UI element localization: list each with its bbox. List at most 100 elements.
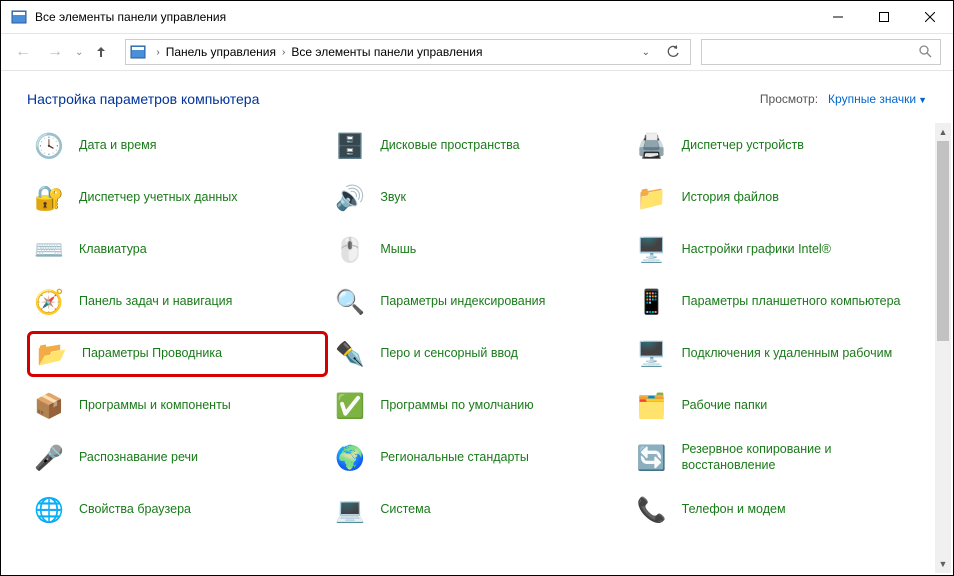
control-panel-item[interactable]: 🔐 Диспетчер учетных данных (27, 175, 328, 221)
item-icon: 🌍 (334, 442, 366, 474)
item-label: Диспетчер устройств (682, 138, 804, 154)
search-box[interactable] (701, 39, 941, 65)
item-label: Региональные стандарты (380, 450, 529, 466)
control-panel-item[interactable]: 🧭 Панель задач и навигация (27, 279, 328, 325)
item-icon: 🗂️ (636, 390, 668, 422)
item-icon: 🖥️ (636, 338, 668, 370)
chevron-down-icon[interactable]: ⌄ (642, 47, 650, 58)
control-panel-item[interactable]: 🔍 Параметры индексирования (328, 279, 629, 325)
item-icon: 📞 (636, 494, 668, 526)
up-button[interactable] (87, 38, 115, 66)
control-panel-item[interactable]: 🖱️Мышь (328, 227, 629, 273)
item-label: История файлов (682, 190, 779, 206)
control-panel-item[interactable]: ⌨️ Клавиатура (27, 227, 328, 273)
control-panel-item[interactable]: 📞 Телефон и модем (630, 487, 931, 533)
item-icon: 🔍 (334, 286, 366, 318)
control-panel-item[interactable]: 🖨️Диспетчер устройств (630, 123, 931, 169)
item-label: Мышь (380, 242, 416, 258)
item-label: Телефон и модем (682, 502, 786, 518)
item-label: Параметры индексирования (380, 294, 545, 310)
control-panel-item[interactable]: 🖥️ Настройки графики Intel® (630, 227, 931, 273)
page-title: Настройка параметров компьютера (27, 91, 259, 107)
view-label: Просмотр: (760, 92, 818, 106)
chevron-right-icon[interactable]: › (156, 47, 159, 58)
item-label: Перо и сенсорный ввод (380, 346, 518, 362)
minimize-button[interactable] (815, 1, 861, 33)
item-icon: 🧭 (33, 286, 65, 318)
item-label: Дата и время (79, 138, 157, 154)
control-panel-item[interactable]: 🔊 Звук (328, 175, 629, 221)
control-panel-item[interactable]: 🎤Распознавание речи (27, 435, 328, 481)
item-icon: 🖥️ (636, 234, 668, 266)
item-label: Дисковые пространства (380, 138, 519, 154)
item-label: Программы и компоненты (79, 398, 231, 414)
item-label: Настройки графики Intel® (682, 242, 831, 258)
item-label: Панель задач и навигация (79, 294, 232, 310)
scroll-down-button[interactable]: ▼ (935, 555, 951, 573)
control-panel-icon (130, 44, 146, 60)
item-label: Рабочие папки (682, 398, 768, 414)
item-icon: 📱 (636, 286, 668, 318)
control-panel-item[interactable]: ✅ Программы по умолчанию (328, 383, 629, 429)
item-icon: 📂 (36, 338, 68, 370)
window-title: Все элементы панели управления (35, 10, 226, 24)
scroll-up-button[interactable]: ▲ (935, 123, 951, 141)
navigation-toolbar: ← → ⌄ › Панель управления › Все элементы… (1, 33, 953, 71)
search-icon[interactable] (918, 44, 932, 61)
view-selector: Просмотр: Крупные значки▼ (760, 92, 927, 106)
page-header: Настройка параметров компьютера Просмотр… (1, 71, 953, 123)
item-label: Диспетчер учетных данных (79, 190, 238, 206)
item-icon: ✅ (334, 390, 366, 422)
maximize-button[interactable] (861, 1, 907, 33)
item-icon: 🔄 (636, 442, 668, 474)
address-bar[interactable]: › Панель управления › Все элементы панел… (125, 39, 691, 65)
items-grid: 🕓 Дата и время 🗄️ Дисковые пространства 🖨️Ди… (1, 123, 953, 533)
control-panel-icon (11, 9, 27, 25)
control-panel-item[interactable]: 💻Система (328, 487, 629, 533)
control-panel-item[interactable]: 📁 История файлов (630, 175, 931, 221)
back-button[interactable]: ← (9, 38, 37, 66)
item-icon: 🔐 (33, 182, 65, 214)
item-label: Звук (380, 190, 406, 206)
view-dropdown[interactable]: Крупные значки▼ (828, 92, 927, 106)
item-icon: 🕓 (33, 130, 65, 162)
scrollbar[interactable]: ▲ ▼ (935, 123, 951, 573)
item-label: Система (380, 502, 430, 518)
history-dropdown[interactable]: ⌄ (75, 47, 83, 58)
chevron-right-icon[interactable]: › (282, 47, 285, 58)
control-panel-item[interactable]: 🖥️ Подключения к удаленным рабочим (630, 331, 931, 377)
close-button[interactable] (907, 1, 953, 33)
control-panel-item[interactable]: 📦 Программы и компоненты (27, 383, 328, 429)
item-icon: ✒️ (334, 338, 366, 370)
item-icon: 🌐 (33, 494, 65, 526)
control-panel-item[interactable]: 🔄Резервное копирование и восстановление (630, 435, 931, 481)
item-label: Клавиатура (79, 242, 147, 258)
control-panel-item[interactable]: 🌐 Свойства браузера (27, 487, 328, 533)
control-panel-item[interactable]: 📱 Параметры планшетного компьютера (630, 279, 931, 325)
item-label: Подключения к удаленным рабочим (682, 346, 893, 362)
control-panel-item[interactable]: 🗂️ Рабочие папки (630, 383, 931, 429)
breadcrumb-part[interactable]: Все элементы панели управления (289, 45, 484, 59)
control-panel-item[interactable]: 🕓 Дата и время (27, 123, 328, 169)
scroll-thumb[interactable] (937, 141, 949, 341)
control-panel-item[interactable]: 📂Параметры Проводника (27, 331, 328, 377)
breadcrumb-part[interactable]: Панель управления (164, 45, 278, 59)
item-icon: 🎤 (33, 442, 65, 474)
item-label: Свойства браузера (79, 502, 191, 518)
window-controls (815, 1, 953, 33)
item-label: Параметры планшетного компьютера (682, 294, 901, 310)
item-label: Программы по умолчанию (380, 398, 533, 414)
item-icon: 🔊 (334, 182, 366, 214)
scroll-track[interactable] (935, 141, 951, 555)
content-area: 🕓 Дата и время 🗄️ Дисковые пространства 🖨️Ди… (1, 123, 953, 573)
search-input[interactable] (710, 45, 918, 59)
refresh-button[interactable] (660, 39, 686, 65)
control-panel-item[interactable]: ✒️ Перо и сенсорный ввод (328, 331, 629, 377)
control-panel-item[interactable]: 🗄️ Дисковые пространства (328, 123, 629, 169)
item-icon: 📁 (636, 182, 668, 214)
item-icon: ⌨️ (33, 234, 65, 266)
item-icon: 🗄️ (334, 130, 366, 162)
item-icon: 📦 (33, 390, 65, 422)
forward-button[interactable]: → (41, 38, 69, 66)
control-panel-item[interactable]: 🌍 Региональные стандарты (328, 435, 629, 481)
